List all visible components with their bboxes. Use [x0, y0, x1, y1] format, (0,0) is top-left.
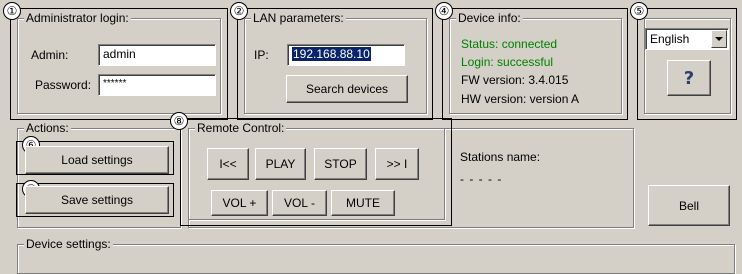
ip-input[interactable]: 192.168.88.10 — [287, 44, 405, 66]
device-status: Status: connected — [461, 37, 558, 51]
device-login-status: Login: successful — [461, 55, 554, 69]
volume-down-button[interactable]: VOL - — [272, 190, 327, 216]
ip-value: 192.168.88.10 — [292, 47, 371, 61]
volume-up-button[interactable]: VOL + — [211, 190, 268, 216]
help-icon: ? — [683, 67, 695, 89]
device-fw-version: FW version: 3.4.015 — [461, 73, 569, 87]
load-settings-button[interactable]: Load settings — [25, 146, 169, 174]
stations-name-value: - - - - - — [460, 172, 503, 186]
remote-control-title: Remote Control: — [195, 121, 287, 135]
save-settings-button[interactable]: Save settings — [25, 186, 169, 214]
stop-button[interactable]: STOP — [314, 148, 367, 180]
ip-label: IP: — [254, 48, 269, 62]
password-input[interactable]: ****** — [98, 74, 216, 96]
play-button[interactable]: PLAY — [255, 148, 306, 180]
bell-button[interactable]: Bell — [648, 185, 730, 226]
help-button[interactable]: ? — [667, 60, 711, 96]
device-hw-version: HW version: version A — [461, 92, 580, 106]
next-track-button[interactable]: >> I — [375, 148, 419, 180]
actions-title: Actions: — [24, 121, 71, 135]
search-devices-button[interactable]: Search devices — [286, 75, 408, 103]
mute-button[interactable]: MUTE — [331, 190, 395, 216]
device-settings-title: Device settings: — [24, 237, 113, 251]
device-settings-group: Device settings: — [17, 237, 735, 274]
admin-login-title: Administrator login: — [24, 11, 131, 25]
stations-name-label: Stations name: — [460, 150, 541, 164]
callout-number-8: ⑧ — [170, 112, 188, 130]
chevron-down-icon[interactable] — [711, 30, 727, 48]
password-label: Password: — [35, 78, 92, 92]
device-info-title: Device info: — [456, 11, 523, 25]
language-select[interactable]: English — [645, 28, 729, 50]
lan-params-title: LAN parameters: — [251, 11, 346, 25]
admin-label: Admin: — [31, 48, 69, 62]
language-selected-value: English — [650, 32, 690, 46]
admin-login-group: Administrator login: — [17, 11, 221, 114]
admin-input[interactable]: admin — [98, 44, 216, 66]
previous-track-button[interactable]: I<< — [207, 148, 249, 180]
